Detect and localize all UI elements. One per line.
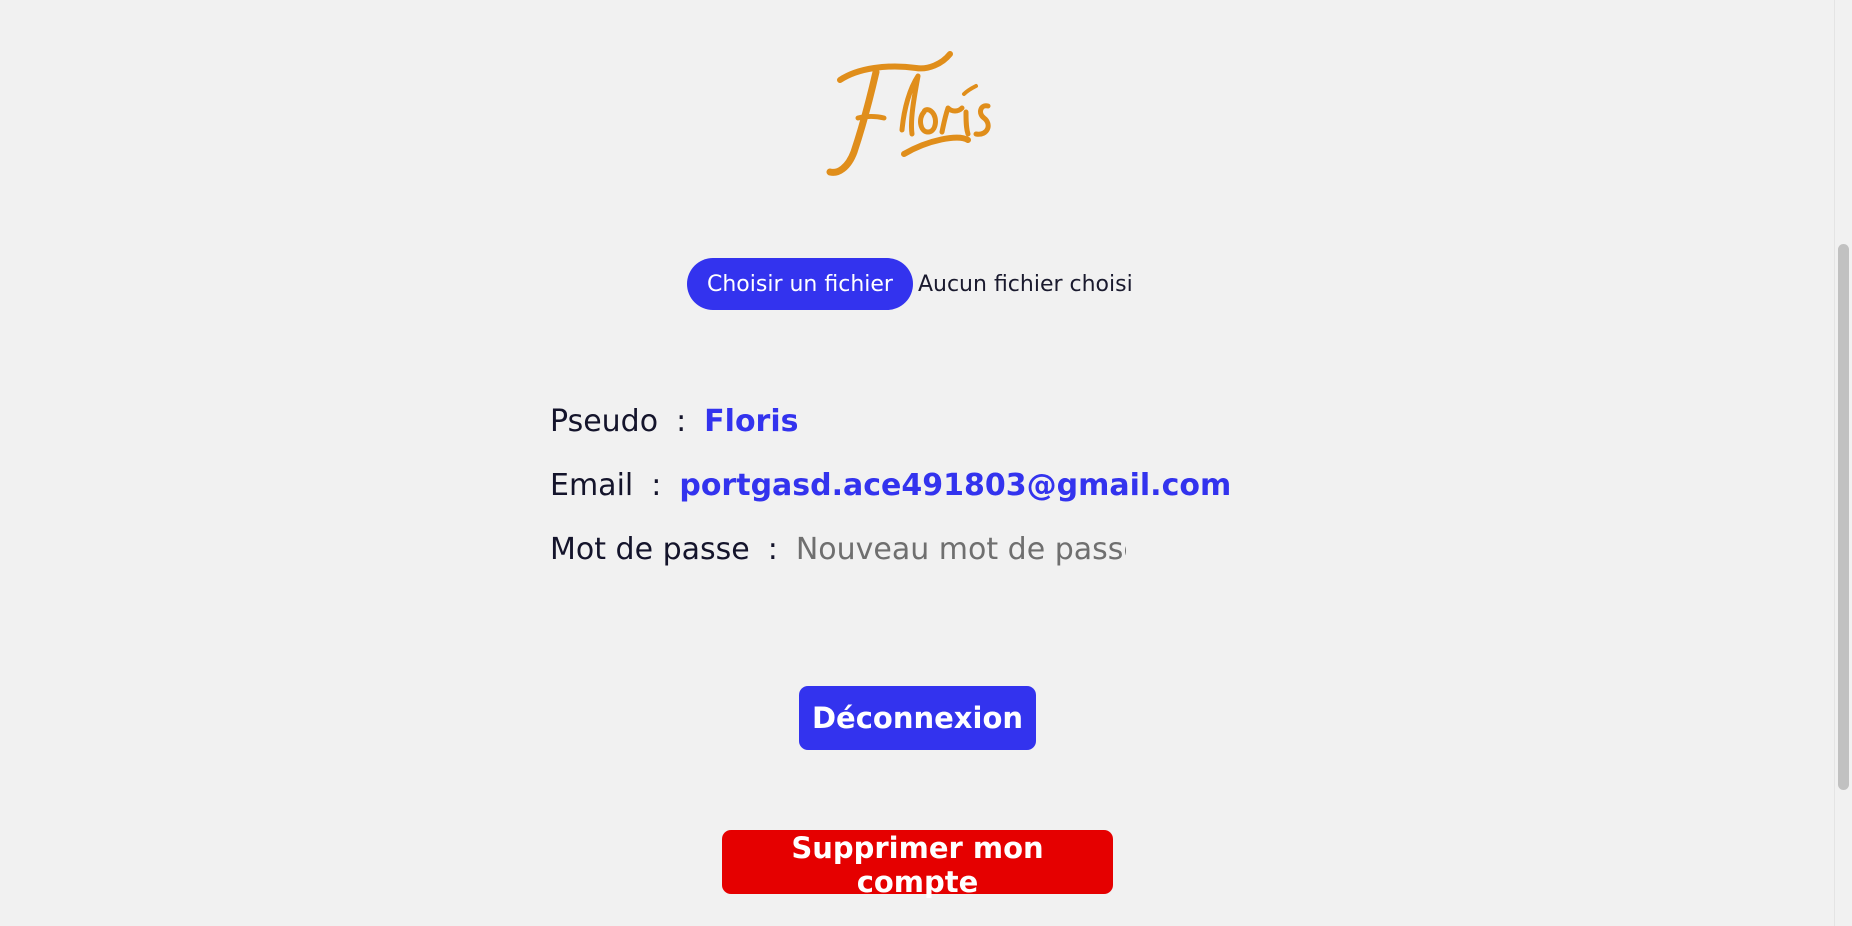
password-label: Mot de passe xyxy=(550,532,750,567)
logo-image xyxy=(826,51,991,176)
logout-button[interactable]: Déconnexion xyxy=(799,686,1036,750)
email-row: Email : portgasd.ace491803@gmail.com xyxy=(550,468,1231,532)
password-separator: : xyxy=(767,532,778,567)
scrollbar[interactable] xyxy=(1834,0,1852,926)
pseudo-row: Pseudo : Floris xyxy=(550,404,1231,468)
file-upload: Choisir un fichier Aucun fichier choisi xyxy=(687,258,1133,310)
file-status: Aucun fichier choisi xyxy=(917,271,1133,297)
email-separator: : xyxy=(651,468,662,503)
delete-account-button[interactable]: Supprimer mon compte xyxy=(722,830,1113,899)
profile-info: Pseudo : Floris Email : portgasd.ace4918… xyxy=(550,404,1231,596)
pseudo-label: Pseudo xyxy=(550,404,659,439)
pseudo-value: Floris xyxy=(704,404,799,439)
new-password-input[interactable] xyxy=(795,532,1126,567)
email-value: portgasd.ace491803@gmail.com xyxy=(679,468,1232,503)
password-row: Mot de passe : xyxy=(550,532,1231,596)
logo xyxy=(818,28,1000,178)
email-label: Email xyxy=(550,468,634,503)
scrollbar-thumb[interactable] xyxy=(1838,244,1849,790)
choose-file-button[interactable]: Choisir un fichier xyxy=(687,258,913,310)
profile-page: Choisir un fichier Aucun fichier choisi … xyxy=(0,0,1852,926)
pseudo-separator: : xyxy=(676,404,687,439)
